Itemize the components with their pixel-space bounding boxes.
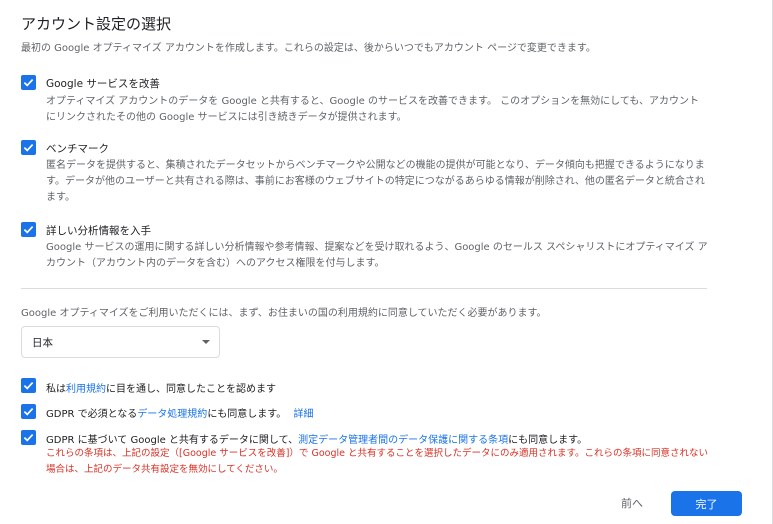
check-icon: [23, 407, 34, 416]
page-subtitle: 最初の Google オプティマイズ アカウントを作成します。これらの設定は、後…: [21, 43, 596, 54]
option-title-detailed-insights: 詳しい分析情報を入手: [46, 225, 151, 237]
check-icon: [23, 433, 34, 442]
option-title-improve-google-services: Google サービスを改善: [46, 78, 160, 90]
agree-data-processing-post: にも同意します。: [207, 409, 287, 420]
agree-data-processing-text: GDPR で必須となるデータ処理規約にも同意します。 詳細: [46, 405, 314, 420]
agree-terms-text: 私は利用規約に目を通し、同意したことを認めます: [46, 380, 276, 395]
checkbox-agree-terms[interactable]: [21, 378, 36, 393]
agree-data-processing-pre: GDPR で必須となる: [46, 409, 138, 420]
country-select[interactable]: 日本: [21, 326, 220, 358]
data-processing-terms-link[interactable]: データ処理規約: [137, 409, 207, 420]
agree-terms-pre: 私は: [46, 384, 66, 395]
option-title-benchmark: ベンチマーク: [46, 143, 109, 155]
agree-terms-post: に目を通し、同意したことを認めます: [106, 384, 276, 395]
check-icon: [23, 381, 34, 390]
checkbox-agree-controller-terms[interactable]: [21, 430, 36, 445]
controller-terms-warning: これらの条項は、上記の設定（[Google サービスを改善]）で Google …: [46, 448, 709, 475]
controller-terms-link[interactable]: 測定データ管理者間のデータ保護に関する条項: [298, 435, 508, 446]
check-icon: [23, 225, 34, 234]
agree-controller-terms-pre: GDPR に基づいて Google と共有するデータに関して、: [46, 435, 299, 446]
account-settings-page: アカウント設定の選択 最初の Google オプティマイズ アカウントを作成しま…: [0, 0, 773, 524]
option-desc-improve-google-services: オプティマイズ アカウントのデータを Google と共有すると、Google …: [46, 96, 700, 123]
check-icon: [23, 78, 34, 87]
checkbox-detailed-insights[interactable]: [21, 222, 36, 237]
check-icon: [23, 143, 34, 152]
country-select-value: 日本: [32, 336, 53, 349]
chevron-down-icon: [202, 340, 210, 344]
option-desc-benchmark: 匿名データを提供すると、集積されたデータセットからベンチマークや公開などの機能の…: [46, 160, 705, 203]
checkbox-agree-data-processing[interactable]: [21, 404, 36, 419]
checkbox-benchmark[interactable]: [21, 140, 36, 155]
details-link[interactable]: 詳細: [294, 409, 314, 420]
agree-controller-terms-text: GDPR に基づいて Google と共有するデータに関して、測定データ管理者間…: [46, 431, 587, 446]
terms-of-service-link[interactable]: 利用規約: [66, 384, 106, 395]
done-button[interactable]: 完了: [671, 491, 742, 516]
agree-controller-terms-post: にも同意します。: [508, 435, 588, 446]
section-divider: [21, 288, 707, 289]
checkbox-improve-google-services[interactable]: [21, 75, 36, 90]
terms-notice: Google オプティマイズをご利用いただくには、まず、お住まいの国の利用規約に…: [21, 308, 547, 319]
back-button[interactable]: 前へ: [610, 492, 654, 514]
option-desc-detailed-insights: Google サービスの運用に関する詳しい分析情報や参考情報、提案などを受け取れ…: [46, 242, 708, 269]
page-title: アカウント設定の選択: [21, 15, 172, 33]
